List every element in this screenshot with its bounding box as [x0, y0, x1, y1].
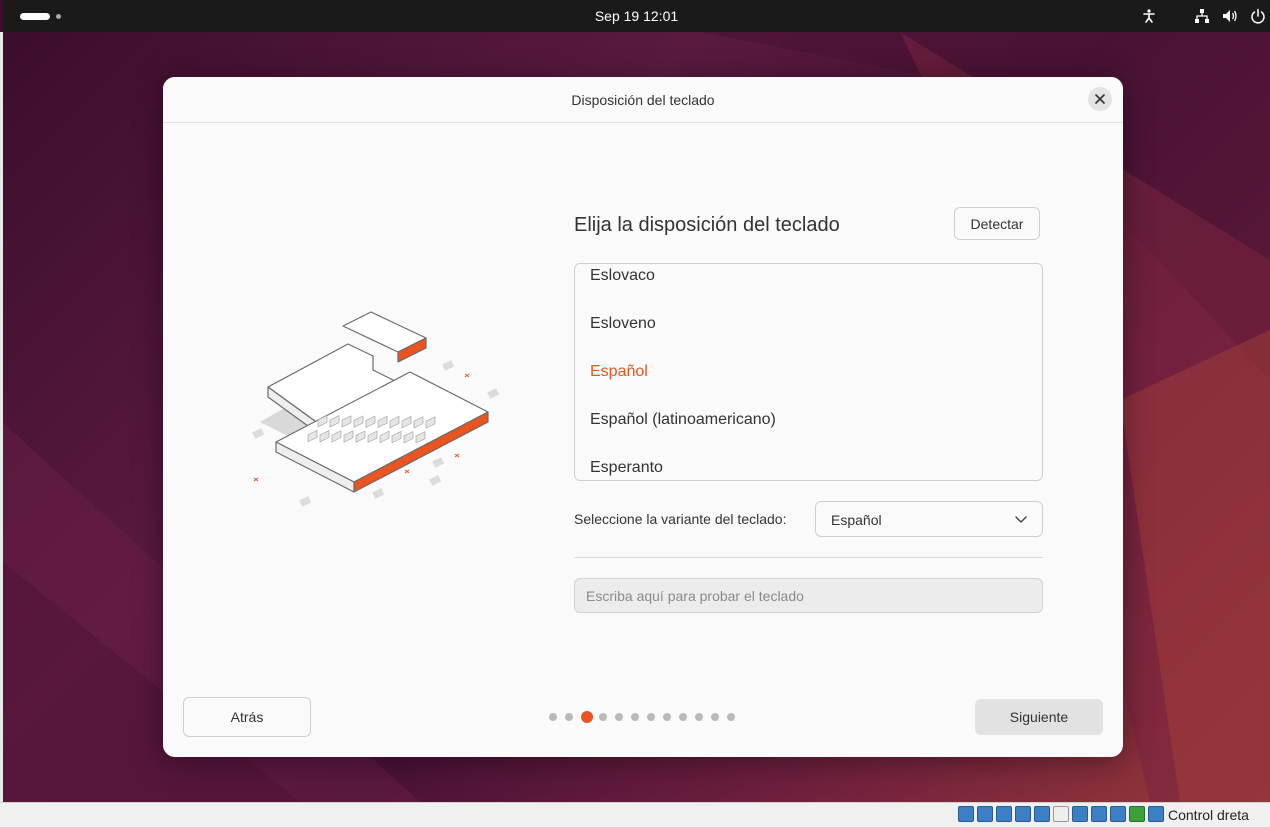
variant-dropdown[interactable]: Español: [815, 501, 1043, 537]
network-adapter-icon[interactable]: [1015, 806, 1031, 822]
close-icon: [1095, 94, 1105, 104]
step-dot: [679, 713, 687, 721]
keyboard-test-input[interactable]: [574, 578, 1043, 613]
layout-list[interactable]: Eslovaco Esloveno Español Español (latin…: [574, 263, 1043, 481]
recording-icon[interactable]: [1091, 806, 1107, 822]
hard-disk-icon[interactable]: [958, 806, 974, 822]
variant-label: Seleccione la variante del teclado:: [574, 511, 787, 527]
detect-button[interactable]: Detectar: [954, 207, 1040, 240]
dialog-title: Disposición del teclado: [571, 92, 715, 108]
step-dot: [615, 713, 623, 721]
mouse-integration-icon[interactable]: [1148, 806, 1164, 822]
list-item-selected[interactable]: Español: [590, 363, 648, 381]
list-item[interactable]: Esloveno: [590, 315, 656, 333]
host-key-label: Control dreta: [1168, 807, 1249, 823]
step-dot: [727, 713, 735, 721]
chevron-down-icon: [1015, 516, 1027, 523]
power-icon[interactable]: [1250, 8, 1266, 24]
display-icon[interactable]: [1072, 806, 1088, 822]
page-heading: Elija la disposición del teclado: [574, 214, 840, 236]
step-dot: [565, 713, 573, 721]
clock[interactable]: Sep 19 12:01: [3, 8, 1270, 24]
network-icon[interactable]: [1194, 8, 1210, 24]
step-dot: [549, 713, 557, 721]
divider: [574, 557, 1043, 558]
step-dot-active: [581, 711, 593, 723]
top-bar: Sep 19 12:01: [3, 0, 1270, 32]
back-button[interactable]: Atrás: [183, 697, 311, 737]
shared-folders-icon[interactable]: [1053, 806, 1069, 822]
step-dot: [663, 713, 671, 721]
step-dot: [647, 713, 655, 721]
accessibility-icon[interactable]: [1141, 8, 1157, 24]
keyboard-illustration: [252, 311, 500, 507]
variant-value: Español: [831, 512, 882, 528]
guest-additions-icon[interactable]: [1129, 806, 1145, 822]
usb-icon[interactable]: [1034, 806, 1050, 822]
left-window-edge: [0, 32, 3, 802]
statusbar-icons: [958, 806, 1164, 824]
step-dot: [695, 713, 703, 721]
volume-icon[interactable]: [1222, 8, 1238, 24]
list-item[interactable]: Español (latinoamericano): [590, 411, 776, 429]
close-button[interactable]: [1088, 87, 1112, 111]
next-button[interactable]: Siguiente: [975, 699, 1103, 735]
step-dot: [711, 713, 719, 721]
list-item[interactable]: Esperanto: [590, 459, 663, 477]
step-dot: [631, 713, 639, 721]
step-dot: [599, 713, 607, 721]
dialog-header: Disposición del teclado: [163, 77, 1123, 123]
optical-drive-icon[interactable]: [977, 806, 993, 822]
virtualbox-statusbar: Control dreta: [0, 802, 1270, 827]
audio-icon[interactable]: [996, 806, 1012, 822]
keyboard-layout-dialog: Disposición del teclado Elija la disposi…: [163, 77, 1123, 757]
list-item[interactable]: Eslovaco: [590, 267, 655, 285]
cpu-icon[interactable]: [1110, 806, 1126, 822]
